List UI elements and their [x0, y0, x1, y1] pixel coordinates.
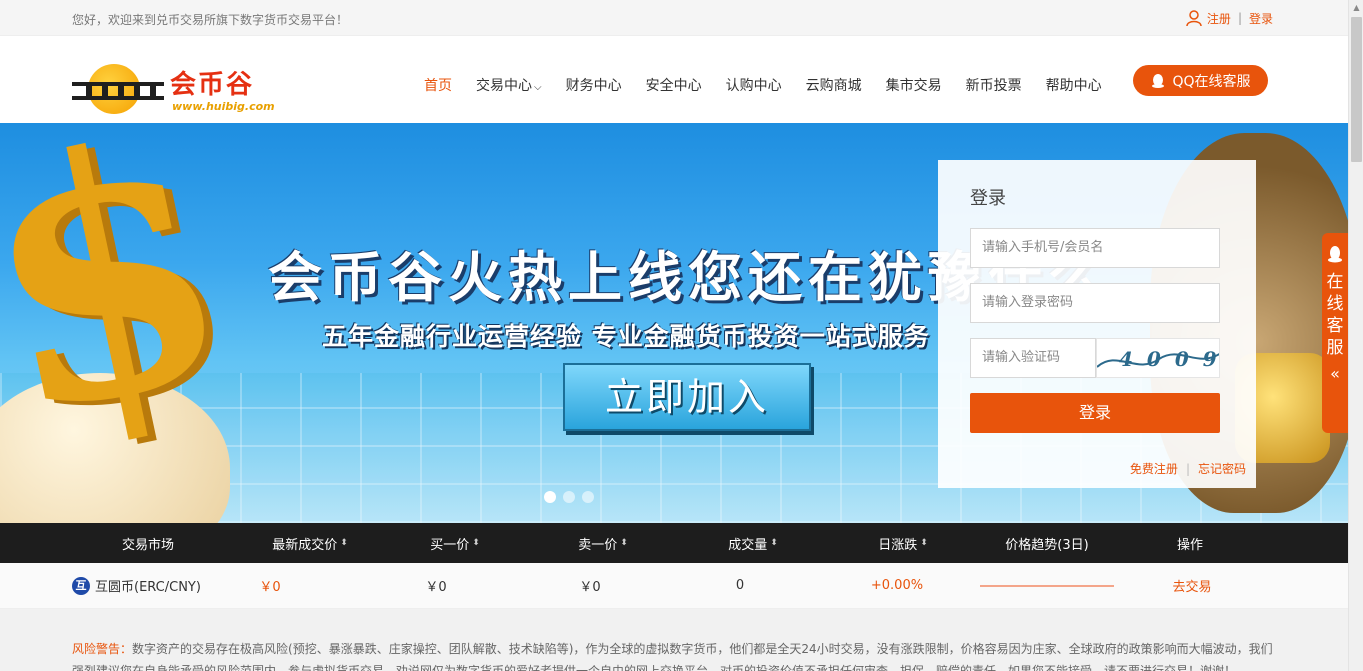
risk-notice-text: 数字资产的交易存在极高风险(预挖、暴涨暴跌、庄家操控、团队解散、技术缺陷等)，作… — [72, 642, 1273, 671]
scroll-up-arrow-icon[interactable]: ▲ — [1349, 0, 1363, 15]
forgot-password-link[interactable]: 忘记密码 — [1198, 460, 1246, 477]
login-panel: 登录 请输入手机号/会员名 请输入登录密码 请输入验证码 4009 登录 免费注… — [938, 160, 1256, 488]
login-title: 登录 — [970, 188, 1006, 209]
column-header-action: 操作 — [1140, 523, 1240, 563]
go-trade-link[interactable]: 去交易 — [1160, 563, 1224, 608]
nav-item-cloud-mall[interactable]: 云购商城 — [794, 75, 874, 95]
captcha-image[interactable]: 4009 — [1096, 338, 1220, 378]
login-links: 免费注册 | 忘记密码 — [1130, 460, 1246, 477]
banner-subline: 五年金融行业运营经验 专业金融货币投资一站式服务 — [322, 322, 930, 351]
nav-item-help[interactable]: 帮助中心 — [1034, 75, 1114, 95]
sort-icon: ⬍ — [472, 538, 480, 548]
column-header-last-price[interactable]: 最新成交价 ⬍ — [240, 523, 380, 563]
qq-penguin-icon — [1152, 73, 1165, 88]
welcome-text: 您好，欢迎来到兑币交易所旗下数字货币交易平台！ — [72, 13, 349, 27]
login-submit-button[interactable]: 登录 — [970, 393, 1220, 433]
hero-banner: $ 会币谷火热上线您还在犹豫什么 五年金融行业运营经验 专业金融货币投资一站式服… — [0, 123, 1348, 523]
page: 您好，欢迎来到兑币交易所旗下数字货币交易平台！ 注册 | 登录 会币谷 www.… — [0, 0, 1363, 671]
column-header-market: 交易市场 — [88, 523, 208, 563]
username-input[interactable]: 请输入手机号/会员名 — [970, 228, 1220, 268]
banner-dollar-sign-image: $ — [0, 123, 258, 491]
trend-cell — [980, 563, 1114, 608]
trend-sparkline — [980, 584, 1114, 587]
coin-logo-icon: 互 — [72, 576, 90, 595]
site-logo[interactable]: 会币谷 www.huibig.com — [72, 64, 302, 116]
carousel-dot[interactable] — [563, 491, 575, 503]
bid-price-cell: ￥0 — [425, 580, 447, 595]
top-bar: 您好，欢迎来到兑币交易所旗下数字货币交易平台！ 注册 | 登录 — [0, 0, 1348, 36]
column-header-label: 日涨跌 — [878, 537, 918, 553]
chevron-down-icon: ⌵ — [534, 82, 542, 93]
market-table-header: 交易市场 最新成交价 ⬍ 买一价 ⬍ 卖一价 ⬍ 成交量 ⬍ 日涨跌 ⬍ 价格趋势(3日)… — [0, 523, 1348, 563]
column-header-label: 价格趋势(3日) — [1005, 537, 1089, 553]
qq-service-label: QQ在线客服 — [1172, 73, 1251, 90]
carousel-dots — [544, 491, 594, 503]
login-links-separator: | — [1185, 461, 1190, 476]
auth-links: 注册 | 登录 — [1185, 9, 1273, 27]
carousel-dot[interactable] — [582, 491, 594, 503]
nav-item-subscription[interactable]: 认购中心 — [714, 75, 794, 95]
ask-price-cell: ￥0 — [579, 580, 601, 595]
logo-bars-icon — [72, 82, 164, 100]
password-input[interactable]: 请输入登录密码 — [970, 283, 1220, 323]
online-service-tab[interactable]: 在线客服 « — [1322, 233, 1348, 433]
qq-service-button[interactable]: QQ在线客服 — [1133, 65, 1268, 96]
sort-icon: ⬍ — [620, 538, 628, 548]
market-cell[interactable]: 互 互圆币(ERC/CNY) — [72, 563, 212, 608]
nav-item-security[interactable]: 安全中心 — [634, 75, 714, 95]
carousel-dot[interactable] — [544, 491, 556, 503]
market-name: 互圆币(ERC/CNY) — [95, 580, 201, 595]
user-icon — [1186, 10, 1202, 27]
column-header-trend: 价格趋势(3日) — [980, 523, 1114, 563]
free-register-link[interactable]: 免费注册 — [1130, 460, 1178, 477]
header: 会币谷 www.huibig.com 首页 交易中心 ⌵ 财务中心 安全中心 认购… — [0, 36, 1348, 123]
sort-icon: ⬍ — [920, 538, 928, 548]
join-now-button[interactable]: 立即加入 — [563, 363, 811, 431]
nav-item-finance[interactable]: 财务中心 — [554, 75, 634, 95]
auth-separator: | — [1237, 11, 1242, 25]
nav-item-coin-vote[interactable]: 新币投票 — [954, 75, 1034, 95]
table-row: 互 互圆币(ERC/CNY) ￥0 ￥0 ￥0 0 +0.00% 去交易 — [0, 563, 1348, 609]
page-scrollbar[interactable]: ▲ — [1348, 0, 1363, 671]
nav-item-home[interactable]: 首页 — [412, 75, 464, 95]
column-header-label: 最新成交价 — [272, 537, 338, 553]
scroll-thumb[interactable] — [1351, 17, 1362, 162]
risk-notice: 风险警告：数字资产的交易存在极高风险(预挖、暴涨暴跌、庄家操控、团队解散、技术缺… — [72, 638, 1282, 671]
sort-icon: ⬍ — [770, 538, 778, 548]
change-cell: +0.00% — [870, 578, 924, 593]
register-link[interactable]: 注册 — [1207, 10, 1231, 27]
sort-icon: ⬍ — [340, 538, 348, 548]
main-nav: 首页 交易中心 ⌵ 财务中心 安全中心 认购中心 云购商城 集市交易 新币投票 帮… — [412, 75, 1114, 95]
column-header-label: 成交量 — [728, 537, 768, 553]
captcha-input[interactable]: 请输入验证码 — [970, 338, 1096, 378]
logo-text: 会币谷 — [170, 70, 255, 100]
nav-item-label: 交易中心 — [476, 78, 532, 94]
nav-item-market-trade[interactable]: 集市交易 — [874, 75, 954, 95]
last-price-cell: ￥0 — [259, 580, 281, 595]
captcha-text: 4009 — [1119, 347, 1220, 371]
column-header-label: 操作 — [1176, 537, 1203, 553]
column-header-label: 买一价 — [430, 537, 470, 553]
volume-cell: 0 — [735, 578, 745, 593]
online-service-label: 在线客服 — [1326, 272, 1344, 358]
column-header-label: 交易市场 — [121, 537, 174, 553]
column-header-bid[interactable]: 买一价 ⬍ — [400, 523, 510, 563]
login-link[interactable]: 登录 — [1249, 10, 1273, 27]
column-header-volume[interactable]: 成交量 ⬍ — [698, 523, 808, 563]
risk-notice-label: 风险警告： — [72, 642, 133, 656]
column-header-ask[interactable]: 卖一价 ⬍ — [548, 523, 658, 563]
logo-url: www.huibig.com — [172, 100, 275, 113]
column-header-label: 卖一价 — [578, 537, 618, 553]
qq-penguin-icon — [1328, 246, 1342, 263]
collapse-icon[interactable]: « — [1322, 363, 1348, 385]
nav-item-trade-center[interactable]: 交易中心 ⌵ — [464, 75, 554, 95]
column-header-change[interactable]: 日涨跌 ⬍ — [848, 523, 958, 563]
